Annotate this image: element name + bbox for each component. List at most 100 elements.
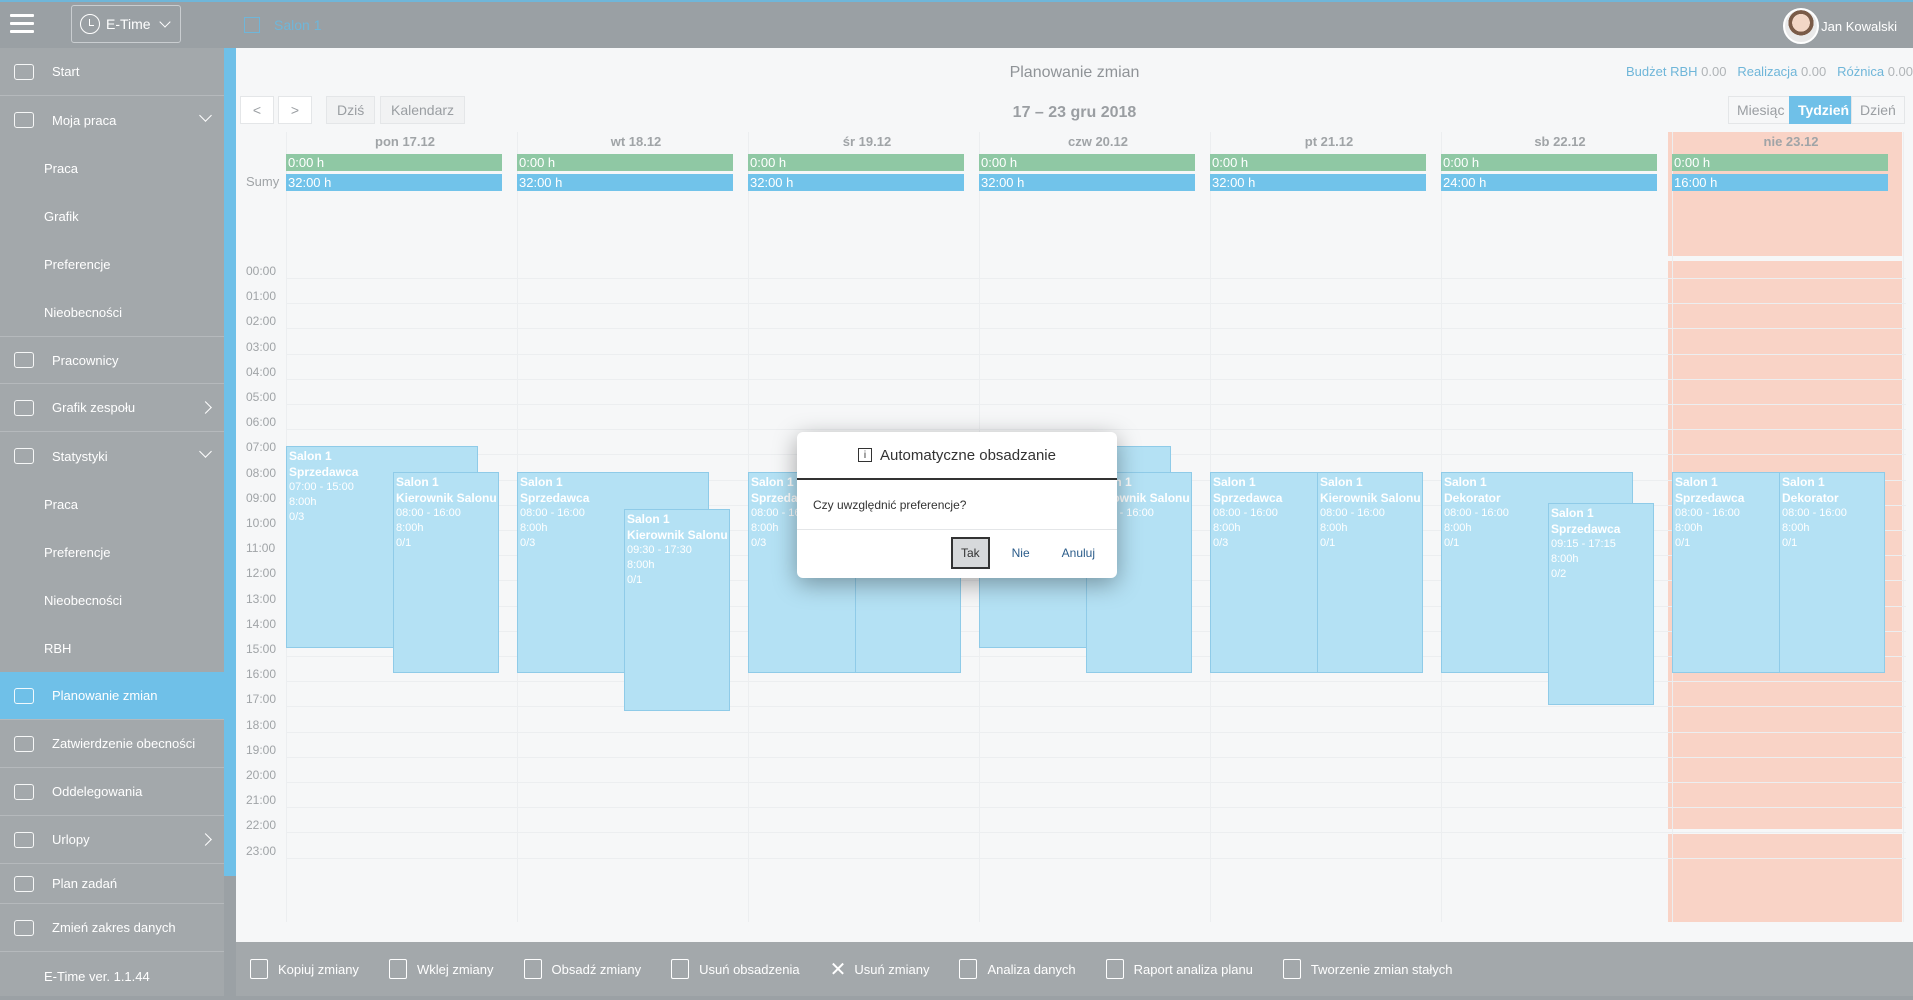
users-icon	[14, 352, 34, 368]
auto-assign-dialog: i Automatyczne obsadzanie Czy uwzględnić…	[797, 432, 1117, 578]
day-header[interactable]: sb 22.12	[1445, 134, 1675, 149]
sum-green: 0:00 h	[1210, 154, 1426, 171]
shift-block[interactable]: Salon 1 Kierownik Salonu 09:30 - 17:30 8:00…	[624, 509, 730, 711]
sidebar-item-oddelegowania[interactable]: Oddelegowania	[0, 768, 224, 816]
budget-summary: Budżet RBH 0.00 Realizacja 0.00 Różnica …	[1626, 64, 1913, 79]
hour-label: 12:00	[246, 566, 277, 581]
day-header[interactable]: pt 21.12	[1214, 134, 1444, 149]
chevron-right-icon	[199, 401, 212, 414]
day-header[interactable]: wt 18.12	[521, 134, 751, 149]
sidebar: Start Moja praca Praca Grafik Preferencj…	[0, 48, 224, 996]
day-header[interactable]: nie 23.12	[1676, 134, 1906, 149]
sidebar-item-zmien-zakres[interactable]: Zmień zakres danych	[0, 904, 224, 952]
top-bar: E-Time Salon 1 Jan Kowalski	[0, 0, 1913, 48]
view-month-button[interactable]: Miesiąc	[1728, 96, 1794, 124]
sum-green: 0:00 h	[979, 154, 1195, 171]
hour-line	[286, 832, 1906, 834]
shift-place: Salon 1	[520, 474, 563, 489]
day-header[interactable]: czw 20.12	[983, 134, 1213, 149]
hour-label: 10:00	[246, 516, 277, 530]
sidebar-item-planowanie-zmian[interactable]: Planowanie zmian	[0, 672, 224, 720]
menu-icon[interactable]	[10, 14, 34, 34]
shift-block[interactable]: Salon 1 Sprzedawca 09:15 - 17:15 8:00h 0/2	[1548, 503, 1654, 705]
briefcase-icon	[14, 112, 34, 128]
building-icon	[244, 17, 260, 33]
shift-place: Salon 1	[627, 512, 670, 527]
chevron-down-icon	[199, 109, 212, 122]
shift-time: 09:30 - 17:30	[627, 544, 692, 557]
shift-block[interactable]: Salon 1 Dekorator 08:00 - 16:00 8:00h 0/1	[1779, 471, 1885, 674]
hour-label: 18:00	[246, 717, 277, 732]
avatar	[1783, 8, 1820, 44]
paste-shifts-button[interactable]: Wklej zmiany	[388, 959, 494, 979]
sidebar-item-moja-praca[interactable]: Moja praca	[0, 96, 224, 144]
sidebar-item-statystyki[interactable]: Statystyki	[0, 432, 224, 480]
remove-shifts-button[interactable]: ✕ Usuń zmiany	[830, 957, 930, 982]
hour-line	[286, 807, 1906, 809]
sidebar-item-start[interactable]: Start	[0, 48, 224, 96]
sidebar-item-zatwierdzenie-obecnosci[interactable]: Zatwierdzenie obecności	[0, 720, 224, 768]
version-label: E-Time ver. 1.1.44	[44, 968, 150, 984]
sidebar-item-urlopy[interactable]: Urlopy	[0, 816, 224, 864]
sidebar-item-nieobecnosci[interactable]: Nieobecności	[0, 288, 224, 336]
data-analysis-button[interactable]: Analiza danych	[959, 959, 1076, 979]
paste-icon	[388, 959, 407, 979]
close-icon: ✕	[829, 958, 847, 981]
shift-place: Salon 1	[1320, 474, 1363, 489]
shift-place: Salon 1	[1782, 474, 1825, 489]
assign-shifts-button[interactable]: Obsadź zmiany	[523, 959, 641, 979]
budget-label: Budżet RBH	[1626, 64, 1698, 79]
hour-line	[286, 857, 1906, 859]
app-switcher[interactable]: E-Time	[71, 5, 181, 43]
sidebar-item-stat-preferencje[interactable]: Preferencje	[0, 528, 224, 576]
shift-role: Dekorator	[1782, 490, 1839, 505]
shift-count: 0/1	[1320, 536, 1336, 549]
sidebar-item-grafik[interactable]: Grafik	[0, 192, 224, 240]
hour-line	[286, 681, 1906, 683]
sidebar-item-preferencje[interactable]: Preferencje	[0, 240, 224, 288]
location-selector[interactable]: Salon 1	[244, 17, 321, 33]
sidebar-item-pracownicy[interactable]: Pracownicy	[0, 336, 224, 384]
realization-value: 0.00	[1800, 64, 1827, 79]
sidebar-item-grafik-zespolu[interactable]: Grafik zespołu	[0, 384, 224, 432]
plan-report-button[interactable]: Raport analiza planu	[1105, 959, 1253, 979]
shift-block[interactable]: Salon 1Kierownik Salonu08:00 - 16:00 8:00…	[1317, 471, 1423, 674]
sum-green: 0:00 h	[1672, 154, 1888, 171]
clock-icon	[80, 14, 100, 34]
shift-block[interactable]: Salon 1Kierownik Salonu08:00 - 16:00 8:00…	[393, 471, 499, 674]
sum-blue: 32:00 h	[286, 174, 502, 191]
copy-shifts-button[interactable]: Kopiuj zmiany	[250, 959, 359, 979]
task-plan-icon	[14, 875, 34, 892]
shift-hours: 8:00h	[1551, 553, 1579, 566]
report-icon	[1105, 959, 1124, 979]
hour-label: 22:00	[246, 818, 277, 833]
home-icon	[14, 63, 34, 80]
shift-role: Kierownik Salonu	[396, 490, 497, 505]
user-name: Jan Kowalski	[1821, 18, 1897, 34]
no-button[interactable]: Nie	[1002, 538, 1040, 568]
remove-assignments-button[interactable]: Usuń obsadzenia	[671, 959, 800, 979]
yes-button[interactable]: Tak	[950, 537, 990, 569]
view-day-button[interactable]: Dzień	[1851, 96, 1905, 124]
sidebar-item-praca[interactable]: Praca	[0, 144, 224, 192]
cancel-button[interactable]: Anuluj	[1052, 538, 1105, 568]
sidebar-item-stat-praca[interactable]: Praca	[0, 480, 224, 528]
shift-count: 0/1	[396, 536, 412, 549]
day-header[interactable]: pon 17.12	[290, 134, 520, 149]
info-icon: i	[858, 448, 873, 462]
bar-chart-icon	[14, 448, 34, 464]
shift-time: 09:15 - 17:15	[1551, 538, 1616, 551]
chevron-right-icon	[199, 833, 212, 846]
sidebar-item-stat-nieobecnosci[interactable]: Nieobecności	[0, 576, 224, 624]
hour-label: 19:00	[246, 742, 277, 757]
sidebar-item-plan-zadan[interactable]: Plan zadań	[0, 864, 224, 904]
sidebar-item-rbh[interactable]: RBH	[0, 624, 224, 672]
hour-label: 02:00	[246, 314, 277, 329]
realization-label: Realizacja	[1737, 64, 1798, 79]
view-week-button[interactable]: Tydzień	[1789, 96, 1859, 124]
shift-place: Salon 1	[289, 449, 332, 464]
sum-blue: 32:00 h	[1210, 174, 1426, 191]
user-menu[interactable]: Jan Kowalski	[1783, 8, 1897, 44]
day-header[interactable]: śr 19.12	[752, 134, 982, 149]
create-fixed-shifts-button[interactable]: Tworzenie zmian stałych	[1282, 959, 1453, 979]
